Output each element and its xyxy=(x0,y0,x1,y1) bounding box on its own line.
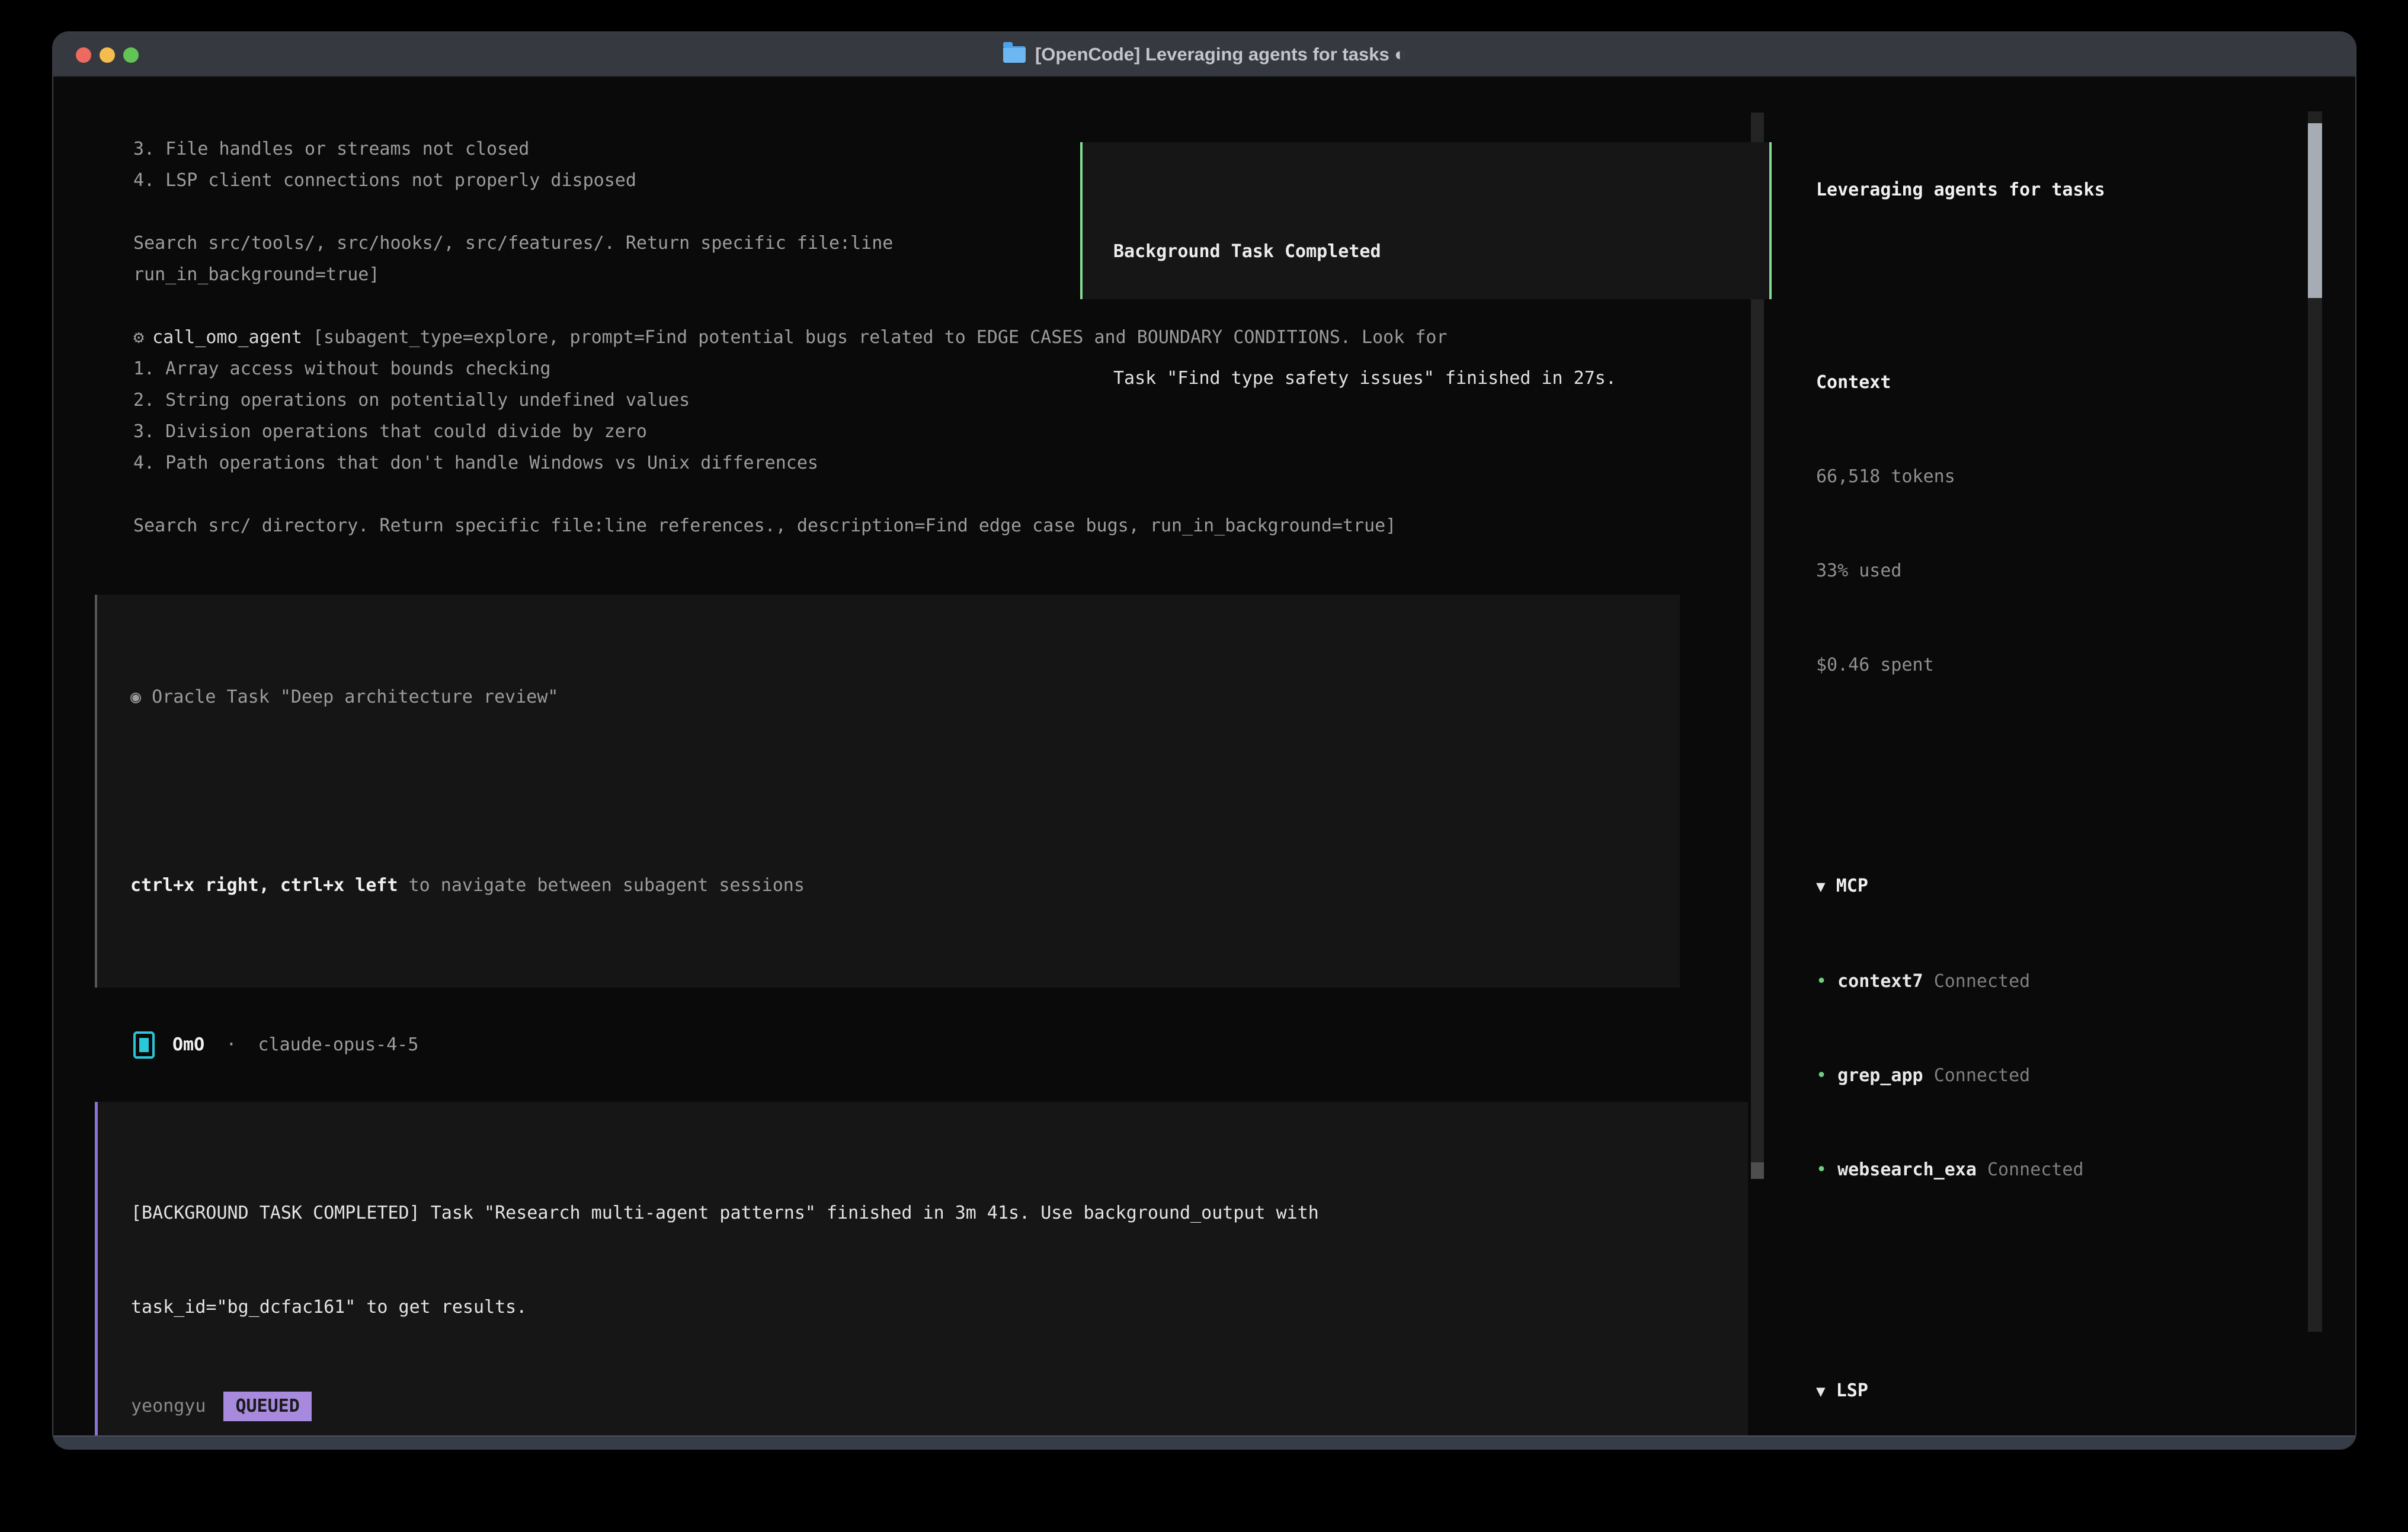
separator-dot xyxy=(204,1029,226,1060)
context-spent: $0.46 spent xyxy=(1816,649,2355,681)
session-title: Leveraging agents for tasks xyxy=(1816,174,2355,206)
context-heading: Context xyxy=(1816,367,2355,398)
toast-title: Background Task Completed xyxy=(1113,236,1769,267)
window-bottom-edge xyxy=(53,1435,2355,1448)
tool-name: call_omo_agent xyxy=(152,327,302,348)
agent-header: OmO · claude-opus-4-5 xyxy=(133,1029,1789,1060)
traffic-lights xyxy=(76,33,139,77)
chevron-down-icon: ▼ xyxy=(1816,1383,1826,1400)
separator-dot xyxy=(236,1029,258,1060)
close-button[interactable] xyxy=(76,47,91,63)
mcp-item: • websearch_exa Connected xyxy=(1816,1154,2355,1185)
message-line: [BACKGROUND TASK COMPLETED] Task "Resear… xyxy=(131,1197,1748,1229)
status-dot-icon: • xyxy=(1816,1065,1827,1086)
mcp-item: • context7 Connected xyxy=(1816,966,2355,997)
titlebar: [OpenCode] Leveraging agents for tasks ◐ xyxy=(53,33,2355,77)
toast-body: Task "Find type safety issues" finished … xyxy=(1113,363,1769,394)
context-tokens: 66,518 tokens xyxy=(1816,461,2355,492)
background-task-toast: Background Task Completed Task "Find typ… xyxy=(1080,142,1772,299)
terminal-main: 3. File handles or streams not closed 4.… xyxy=(53,77,1789,1435)
minimize-button[interactable] xyxy=(100,47,115,63)
background-task-message: [BACKGROUND TASK COMPLETED] Task "Resear… xyxy=(95,1102,1748,1448)
status-dot-icon: • xyxy=(1816,1159,1827,1180)
record-icon: ◉ xyxy=(130,687,141,707)
oracle-task-panel: ◉ Oracle Task "Deep architecture review"… xyxy=(95,595,1680,988)
oracle-task-header: ◉ Oracle Task "Deep architecture review" xyxy=(130,681,1680,713)
opencode-window: [OpenCode] Leveraging agents for tasks ◐… xyxy=(53,33,2355,1448)
sidebar-scrollbar[interactable] xyxy=(2308,111,2322,1332)
context-used: 33% used xyxy=(1816,555,2355,586)
agent-separator: · xyxy=(226,1029,236,1060)
main-scrollbar-thumb[interactable] xyxy=(1751,1162,1764,1179)
gear-icon: ⚙ xyxy=(133,327,144,348)
window-content: 3. File handles or streams not closed 4.… xyxy=(53,77,2355,1435)
mcp-section-header[interactable]: ▼ MCP xyxy=(1816,870,2355,903)
status-badge: QUEUED xyxy=(223,1392,311,1421)
tool-args: [subagent_type=explore, prompt=Find pote… xyxy=(302,327,1448,348)
maximize-button[interactable] xyxy=(123,47,139,63)
tool-call-tail: Search src/ directory. Return specific f… xyxy=(133,510,1789,541)
status-dot-icon: • xyxy=(1816,971,1827,992)
session-sidebar: Leveraging agents for tasks Context 66,5… xyxy=(1789,77,2355,1435)
chevron-down-icon: ▼ xyxy=(1816,878,1826,896)
subagent-nav-hint: ctrl+x right, ctrl+x left to navigate be… xyxy=(130,870,1680,901)
window-title: [OpenCode] Leveraging agents for tasks ◐ xyxy=(1035,44,1405,65)
agent-model: claude-opus-4-5 xyxy=(258,1029,419,1060)
agent-name: OmO xyxy=(172,1029,204,1060)
folder-icon xyxy=(1003,46,1026,63)
sidebar-scrollbar-thumb[interactable] xyxy=(2308,123,2322,298)
message-line: task_id="bg_dcfac161" to get results. xyxy=(131,1291,1748,1323)
omo-agent-icon xyxy=(133,1031,155,1059)
mcp-item: • grep_app Connected xyxy=(1816,1060,2355,1091)
message-user: yeongyu xyxy=(131,1390,206,1422)
lsp-section-header[interactable]: ▼ LSP xyxy=(1816,1375,2355,1408)
